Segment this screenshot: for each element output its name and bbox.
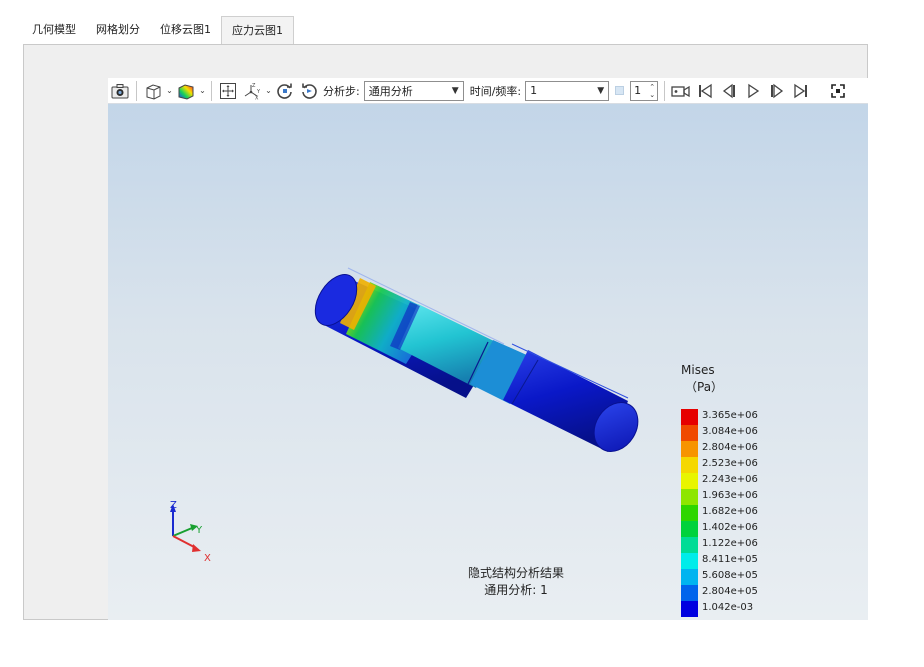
tab-geometry-model[interactable]: 几何模型 <box>22 16 86 44</box>
tab-mesh[interactable]: 网格划分 <box>86 16 150 44</box>
mises-legend: Mises （Pa） 3.365e+06 3.084e+06 2.804e+06 2.… <box>681 363 758 617</box>
legend-unit: （Pa） <box>685 380 724 394</box>
legend-value: 8.411e+05 <box>702 554 758 565</box>
legend-swatch <box>681 601 698 617</box>
legend-swatch <box>681 457 698 473</box>
legend-swatch <box>681 553 698 569</box>
legend-swatch <box>681 489 698 505</box>
legend-value: 5.608e+05 <box>702 570 758 581</box>
legend-value: 2.243e+06 <box>702 474 758 485</box>
legend-value: 2.523e+06 <box>702 458 758 469</box>
legend-swatch <box>681 585 698 601</box>
legend-value: 1.042e-03 <box>702 602 754 613</box>
legend-swatch <box>681 441 698 457</box>
caption-title: 隐式结构分析结果 <box>467 566 564 580</box>
axis-x-label: X <box>204 553 211 564</box>
legend-value: 3.084e+06 <box>702 426 758 437</box>
3d-viewport[interactable]: ⌄ ⌄ ZYX ⌄ 分析步: 通用分析 ▼ 时间/频率: 1 ▼ 1 ⌃ ⌄ Z… <box>108 78 868 620</box>
axis-y-label: Y <box>195 525 203 536</box>
legend-swatch <box>681 425 698 441</box>
legend-swatch <box>681 569 698 585</box>
tab-displacement-contour[interactable]: 位移云图1 <box>150 16 221 44</box>
legend-value: 1.682e+06 <box>702 506 758 517</box>
result-caption: 隐式结构分析结果 通用分析: 1 <box>426 565 606 599</box>
legend-value: 1.122e+06 <box>702 538 758 549</box>
tab-stress-contour[interactable]: 应力云图1 <box>221 16 294 44</box>
legend-value: 1.963e+06 <box>702 490 758 501</box>
axis-triad: Z Y X <box>170 500 211 564</box>
legend-swatch <box>681 505 698 521</box>
caption-step: 通用分析: 1 <box>484 583 548 597</box>
legend-value: 3.365e+06 <box>702 410 758 421</box>
tab-bar: 几何模型 网格划分 位移云图1 应力云图1 <box>22 16 294 44</box>
legend-swatch <box>681 473 698 489</box>
legend-swatch <box>681 537 698 553</box>
legend-title: Mises <box>681 363 715 377</box>
legend-swatch <box>681 409 698 425</box>
legend-swatch <box>681 521 698 537</box>
legend-value: 1.402e+06 <box>702 522 758 533</box>
legend-value: 2.804e+06 <box>702 442 758 453</box>
axis-z-label: Z <box>170 500 177 511</box>
legend-value: 2.804e+05 <box>702 586 758 597</box>
